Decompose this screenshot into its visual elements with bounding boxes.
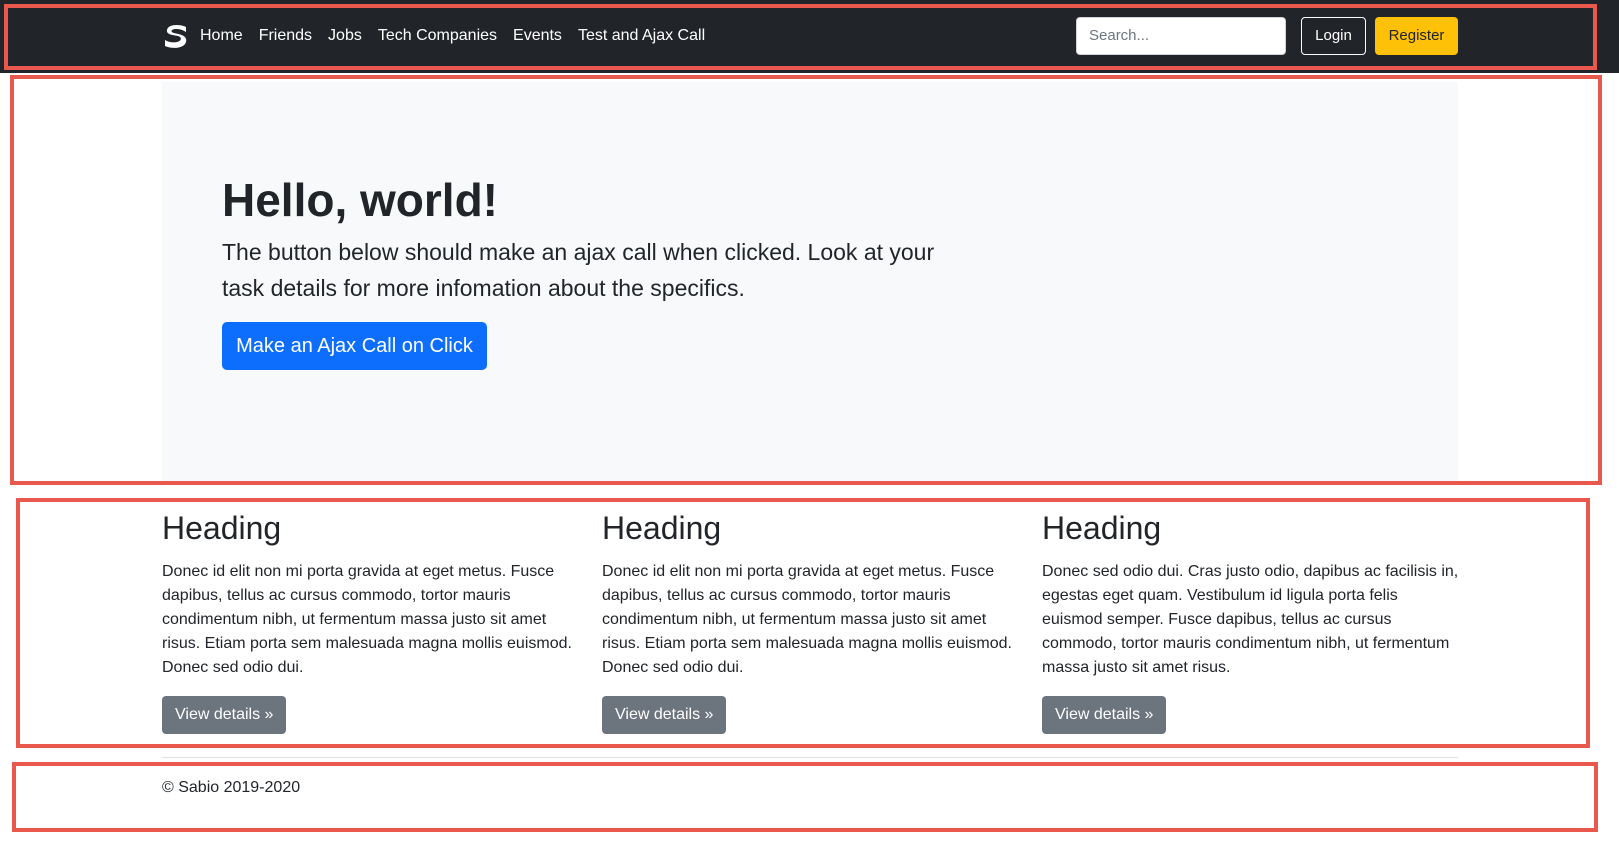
annotation-outline-hero bbox=[10, 75, 1602, 485]
annotation-outline-footer bbox=[12, 762, 1598, 832]
annotation-outline-navbar bbox=[4, 4, 1597, 70]
annotation-outline-columns bbox=[16, 498, 1590, 748]
footer-divider bbox=[162, 757, 1458, 758]
